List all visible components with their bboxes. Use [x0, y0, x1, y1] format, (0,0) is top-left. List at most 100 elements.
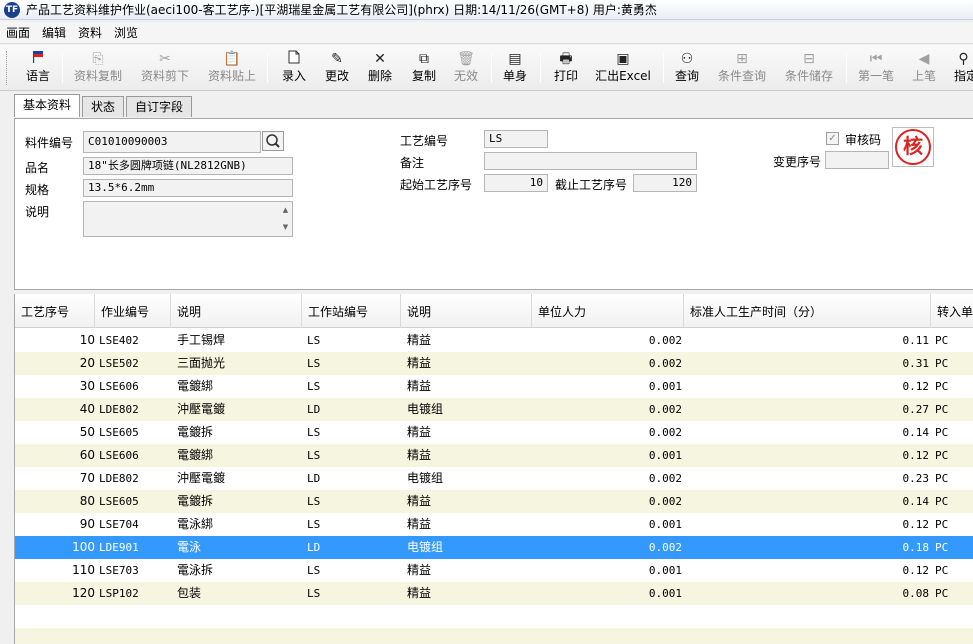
table-row[interactable]: 100 LDE901 電泳 LD 电镀组 0.002 0.18 PC: [15, 536, 973, 559]
table-row[interactable]: 10 LSE402 手工锡焊 LS 精益 0.002 0.11 PC: [15, 329, 973, 352]
description-field[interactable]: [83, 201, 293, 237]
duplicate-button[interactable]: ⧉ 复制: [410, 50, 438, 88]
cell-unit: PC: [935, 380, 949, 393]
table-row[interactable]: 60 LSE606 電鍍綁 LS 精益 0.001 0.12 PC: [15, 444, 973, 467]
process-grid: 工艺序号 作业编号 说明 工作站编号 说明 单位人力 标准人工生产时间（分） 转…: [14, 294, 973, 644]
table-row[interactable]: 70 LDE802 沖壓電鍍 LD 电镀组 0.002 0.23 PC: [15, 467, 973, 490]
invalidate-button[interactable]: 🗑 无效: [452, 50, 480, 88]
end-seq-field[interactable]: 120: [633, 174, 697, 192]
delete-icon: ✕: [374, 51, 386, 67]
table-row[interactable]: 20 LSE502 三面抛光 LS 精益 0.002 0.31 PC: [15, 352, 973, 375]
change-seq-label: 变更序号: [773, 155, 822, 169]
paste-data-label: 资料贴上: [207, 69, 256, 83]
printer-icon: 🖶: [559, 51, 573, 67]
query-button[interactable]: ⚇ 查询: [673, 50, 701, 88]
copy-data-label: 资料复制: [73, 69, 122, 83]
language-button[interactable]: 语言: [22, 50, 54, 88]
item-no-field[interactable]: C01010090003: [83, 131, 261, 153]
scissors-icon: ✂: [159, 51, 171, 67]
cell-manpower: 0.002: [648, 495, 682, 508]
print-label: 打印: [553, 69, 578, 83]
cell-std-time: 0.12: [902, 518, 930, 531]
tab-custom-fields[interactable]: 自订字段: [126, 96, 193, 117]
col-header-unit[interactable]: 转入单: [931, 294, 973, 328]
menu-edit[interactable]: 编辑: [42, 24, 66, 41]
menu-screen[interactable]: 画面: [6, 24, 30, 41]
spec-field[interactable]: 13.5*6.2mm: [83, 179, 293, 197]
single-body-icon: ▤: [508, 51, 522, 67]
description-scrollbar[interactable]: ▲ ▼: [280, 202, 291, 236]
print-button[interactable]: 🖶 打印: [552, 50, 580, 88]
table-row[interactable]: 50 LSE605 電鍍拆 LS 精益 0.002 0.14 PC: [15, 421, 973, 444]
col-header-op-no[interactable]: 作业编号: [95, 294, 171, 328]
cell-std-time: 0.12: [902, 449, 930, 462]
scroll-up-icon[interactable]: ▲: [280, 202, 291, 219]
cell-station-desc: 精益: [407, 563, 432, 577]
scroll-down-icon[interactable]: ▼: [280, 219, 291, 236]
condition-save-button[interactable]: ⊟ 条件储存: [783, 50, 835, 88]
cell-unit: PC: [935, 564, 949, 577]
table-row[interactable]: 40 LDE802 沖壓電鍍 LD 电镀组 0.002 0.27 PC: [15, 398, 973, 421]
paste-data-button[interactable]: 📋 资料贴上: [206, 50, 258, 88]
toolbar: 语言 ⎘ 资料复制 ✂ 资料剪下 📋 资料贴上 录入 ✎ 更改 ✕ 删除 ⧉ 复…: [0, 45, 973, 91]
cell-unit: PC: [935, 518, 949, 531]
single-body-button[interactable]: ▤ 单身: [501, 50, 529, 88]
cell-desc: 電鍍拆: [177, 494, 214, 508]
change-seq-field[interactable]: [825, 151, 889, 169]
cut-data-button[interactable]: ✂ 资料剪下: [139, 50, 191, 88]
tab-basic-info[interactable]: 基本资料: [14, 94, 81, 117]
toolbar-grip[interactable]: [6, 51, 9, 85]
cell-station: LS: [307, 495, 321, 508]
col-header-op-desc[interactable]: 说明: [171, 294, 302, 328]
tab-strip: 基本资料 状态 自订字段: [14, 94, 194, 118]
table-row[interactable]: 110 LSE703 電泳拆 LS 精益 0.001 0.12 PC: [15, 559, 973, 582]
item-search-button[interactable]: [262, 131, 284, 151]
cell-station-desc: 精益: [407, 586, 432, 600]
specify-label: 指定: [954, 69, 973, 83]
specify-button[interactable]: ⚲ 指定: [954, 50, 973, 88]
export-excel-button[interactable]: ▣ 汇出Excel: [594, 50, 652, 88]
cell-manpower: 0.001: [648, 380, 682, 393]
new-button[interactable]: 录入: [280, 50, 308, 88]
condition-save-label: 条件储存: [784, 69, 833, 83]
cell-op: LDE802: [99, 403, 139, 416]
col-header-std-time[interactable]: 标准人工生产时间（分）: [684, 294, 931, 328]
modify-button[interactable]: ✎ 更改: [323, 50, 351, 88]
start-seq-field[interactable]: 10: [484, 174, 548, 192]
process-no-field[interactable]: LS: [484, 130, 548, 148]
cell-manpower: 0.002: [648, 472, 682, 485]
cell-seq: 50: [79, 425, 95, 439]
cell-desc: 包装: [177, 586, 202, 600]
cell-seq: 120: [72, 586, 95, 600]
cell-std-time: 0.12: [902, 380, 930, 393]
prev-record-button[interactable]: ◀ 上笔: [910, 50, 938, 88]
toolbar-separator: [62, 53, 63, 83]
paste-icon: 📋: [223, 51, 241, 67]
col-header-station-desc[interactable]: 说明: [401, 294, 532, 328]
table-row[interactable]: 80 LSE605 電鍍拆 LS 精益 0.002 0.14 PC: [15, 490, 973, 513]
condition-query-button[interactable]: ⊞ 条件查询: [716, 50, 768, 88]
cell-station: LD: [307, 541, 321, 554]
col-header-seq[interactable]: 工艺序号: [15, 294, 95, 328]
approve-stamp-icon: 核: [895, 129, 931, 165]
copy-data-button[interactable]: ⎘ 资料复制: [72, 50, 124, 88]
menu-browse[interactable]: 浏览: [114, 24, 138, 41]
first-record-button[interactable]: ⏮ 第一笔: [856, 50, 896, 88]
col-header-station[interactable]: 工作站编号: [302, 294, 401, 328]
cell-seq: 60: [79, 448, 95, 462]
cell-unit: PC: [935, 426, 949, 439]
delete-button[interactable]: ✕ 删除: [366, 50, 394, 88]
table-row[interactable]: 90 LSE704 電泳綁 LS 精益 0.001 0.12 PC: [15, 513, 973, 536]
cell-unit: PC: [935, 587, 949, 600]
tab-status[interactable]: 状态: [82, 96, 125, 117]
menu-bar: 画面 编辑 资料 浏览: [0, 22, 973, 44]
table-row[interactable]: 30 LSE606 電鍍綁 LS 精益 0.001 0.12 PC: [15, 375, 973, 398]
end-seq-label: 截止工艺序号: [555, 178, 628, 192]
table-row[interactable]: 120 LSP102 包装 LS 精益 0.001 0.08 PC: [15, 582, 973, 605]
name-field[interactable]: 18"长多圆牌项链(NL2812GNB): [83, 157, 293, 175]
menu-data[interactable]: 资料: [78, 24, 102, 41]
approve-checkbox[interactable]: ✓: [826, 132, 839, 145]
col-header-manpower[interactable]: 单位人力: [532, 294, 684, 328]
remark-field[interactable]: [484, 152, 697, 170]
new-document-icon: [280, 50, 308, 68]
